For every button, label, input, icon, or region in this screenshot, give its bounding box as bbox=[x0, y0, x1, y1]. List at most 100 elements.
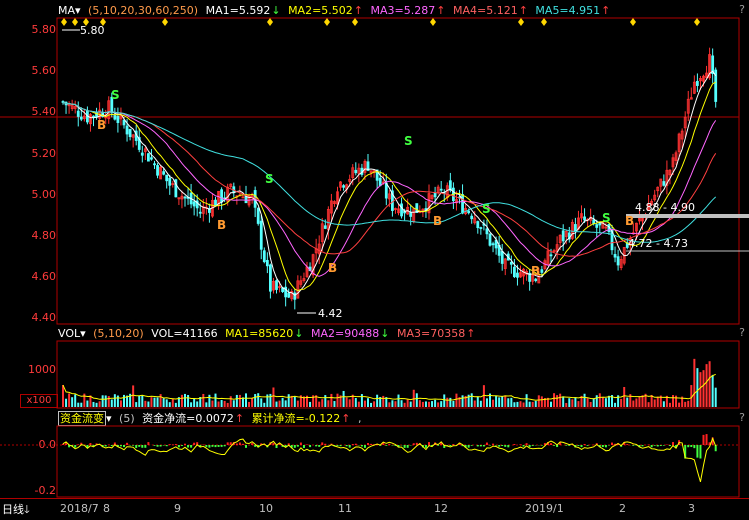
volume-bar bbox=[407, 400, 409, 407]
volume-bar bbox=[574, 397, 576, 407]
month-label: 8 bbox=[103, 502, 110, 515]
fundflow-bar bbox=[672, 442, 674, 445]
fundflow-bar bbox=[303, 445, 305, 448]
high-price-label: 5.80 bbox=[80, 24, 105, 37]
month-label: 2019/1 bbox=[525, 502, 564, 515]
fundflow-bar bbox=[138, 445, 140, 447]
candle-body bbox=[471, 216, 473, 219]
low-price-label: 4.42 bbox=[318, 307, 343, 320]
buy-signal: B bbox=[217, 218, 226, 232]
volume-bar bbox=[236, 395, 238, 407]
volume-bar bbox=[202, 394, 204, 407]
fundflow-bar bbox=[126, 443, 128, 445]
volume-bar bbox=[672, 395, 674, 407]
fundflow-bar bbox=[166, 445, 168, 446]
volume-bar bbox=[495, 396, 497, 407]
volume-bar bbox=[294, 397, 296, 407]
time-axis-bar bbox=[0, 498, 749, 518]
fundflow-bar bbox=[239, 443, 241, 445]
candle-body bbox=[147, 154, 149, 161]
fundflow-bar bbox=[632, 445, 634, 446]
volume-bar bbox=[391, 400, 393, 407]
fundflow-bar bbox=[407, 445, 409, 448]
fundflow-bar bbox=[160, 445, 162, 447]
volume-bar bbox=[693, 359, 695, 407]
candle-body bbox=[126, 126, 128, 134]
volume-bar bbox=[437, 402, 439, 407]
candle-body bbox=[535, 279, 537, 280]
candle-body bbox=[343, 186, 345, 188]
sell-signal: S bbox=[482, 202, 491, 216]
volume-bar bbox=[712, 375, 714, 407]
volume-bar bbox=[230, 396, 232, 407]
fundflow-bar bbox=[495, 445, 497, 446]
fundflow-bar bbox=[388, 444, 390, 445]
candle-body bbox=[324, 226, 326, 229]
volume-bar bbox=[370, 403, 372, 407]
fundflow-bar bbox=[483, 445, 485, 446]
volume-bar bbox=[68, 393, 70, 407]
candle-body bbox=[150, 158, 152, 159]
fundflow-bar bbox=[300, 443, 302, 445]
fundflow-bar bbox=[230, 442, 232, 445]
volume-bar bbox=[474, 401, 476, 407]
fundflow-bar bbox=[157, 445, 159, 447]
volume-bar bbox=[562, 396, 564, 407]
volume-bar bbox=[349, 399, 351, 407]
volume-bar bbox=[663, 401, 665, 407]
candle-body bbox=[263, 251, 265, 262]
volume-bar bbox=[507, 398, 509, 407]
volume-bar bbox=[239, 395, 241, 407]
volume-bar bbox=[596, 395, 598, 407]
volume-bar bbox=[699, 372, 701, 407]
fundflow-bar bbox=[413, 443, 415, 445]
candle-body bbox=[93, 116, 95, 117]
fundflow-bar bbox=[337, 445, 339, 446]
fundflow-bar bbox=[449, 445, 451, 446]
volume-bar bbox=[398, 395, 400, 407]
volume-bar bbox=[86, 401, 88, 407]
volume-bar bbox=[330, 394, 332, 407]
fundflow-bar bbox=[105, 445, 107, 446]
fundflow-bar bbox=[703, 435, 705, 445]
volume-bar bbox=[593, 398, 595, 407]
candle-body bbox=[510, 262, 512, 264]
volume-bar bbox=[147, 402, 149, 407]
candle-body bbox=[141, 153, 143, 155]
fundflow-bar bbox=[687, 445, 689, 447]
event-marker-icon bbox=[162, 18, 168, 26]
fundflow-bar bbox=[532, 445, 534, 446]
fundflow-bar bbox=[184, 444, 186, 445]
fundflow-bar bbox=[657, 445, 659, 446]
volume-bar bbox=[577, 401, 579, 407]
fundflow-bar bbox=[565, 445, 567, 446]
stock-chart-canvas[interactable] bbox=[0, 0, 749, 517]
fundflow-bar bbox=[224, 445, 226, 446]
volume-bar bbox=[251, 398, 253, 407]
event-marker-icon bbox=[518, 18, 524, 26]
volume-bar bbox=[227, 403, 229, 407]
event-marker-icon bbox=[694, 18, 700, 26]
fundflow-bar bbox=[74, 445, 76, 448]
period-selector[interactable]: 日线🡓 bbox=[2, 501, 30, 520]
volume-bar bbox=[486, 398, 488, 407]
volume-bar bbox=[346, 398, 348, 407]
month-label: 10 bbox=[259, 502, 273, 515]
volume-bar bbox=[416, 393, 418, 407]
fundflow-bar bbox=[169, 444, 171, 445]
volume-bar bbox=[587, 398, 589, 407]
volume-bar bbox=[343, 391, 345, 407]
volume-bar bbox=[211, 401, 213, 407]
candle-body bbox=[77, 111, 79, 116]
candle-body bbox=[440, 189, 442, 190]
volume-bar bbox=[504, 395, 506, 407]
volume-bar bbox=[276, 402, 278, 407]
candle-body bbox=[550, 255, 552, 256]
candle-body bbox=[266, 260, 268, 265]
buy-signal: B bbox=[328, 261, 337, 275]
volume-bar bbox=[431, 401, 433, 407]
fundflow-bar bbox=[452, 444, 454, 445]
volume-bar bbox=[337, 394, 339, 407]
fundflow-bar bbox=[236, 444, 238, 445]
volume-bar bbox=[520, 401, 522, 407]
